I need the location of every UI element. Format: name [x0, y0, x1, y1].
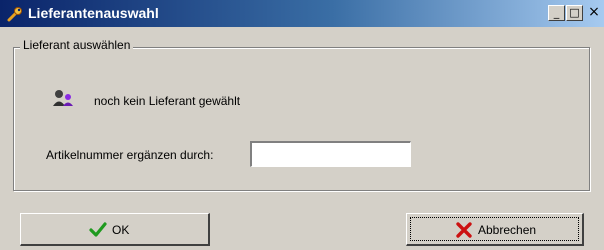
artikel-label: Artikelnummer ergänzen durch: — [46, 148, 214, 162]
cancel-button-label: Abbrechen — [478, 223, 537, 237]
wrench-icon — [7, 7, 22, 22]
minimize-button[interactable]: _ — [548, 5, 565, 21]
ok-button-label: OK — [112, 223, 130, 237]
supplier-groupbox — [13, 47, 590, 191]
supplier-people-icon[interactable] — [52, 88, 76, 108]
artikel-input[interactable] — [250, 141, 411, 167]
groupbox-label: Lieferant auswählen — [20, 38, 134, 52]
supplier-status-text: noch kein Lieferant gewählt — [94, 94, 241, 108]
x-mark-icon — [456, 222, 472, 238]
cancel-button[interactable]: Abbrechen — [406, 213, 584, 246]
title-bar[interactable]: Lieferantenauswahl _ □ × — [0, 0, 604, 27]
window-title: Lieferantenauswahl — [28, 5, 159, 21]
close-button[interactable]: × — [586, 5, 602, 21]
ok-button[interactable]: OK — [20, 213, 210, 246]
maximize-button[interactable]: □ — [566, 5, 583, 21]
checkmark-icon — [89, 222, 107, 237]
dialog-window: Lieferantenauswahl _ □ × Lieferant auswä… — [0, 0, 604, 250]
